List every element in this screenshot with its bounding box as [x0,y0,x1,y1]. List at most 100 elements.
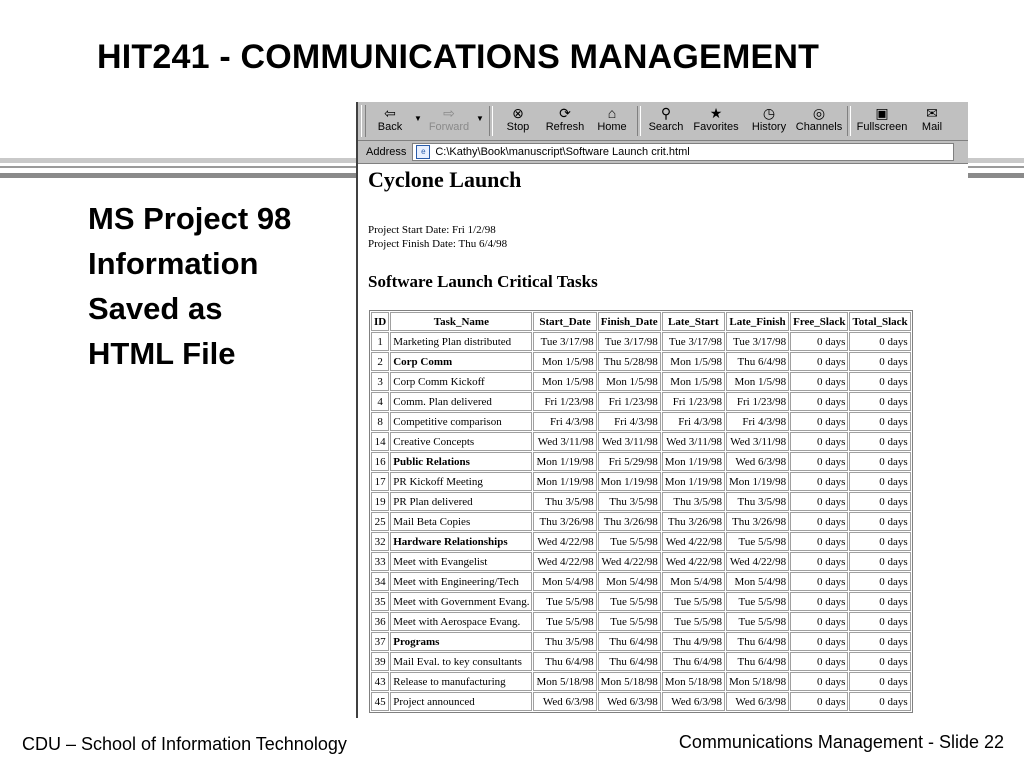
free-slack-cell: 0 days [790,652,849,671]
stop-icon: ⊗ [512,105,524,121]
start-date-cell: Thu 3/5/98 [533,632,597,651]
late-start-cell: Fri 4/3/98 [661,412,725,431]
chevron-down-icon[interactable]: ▼ [474,114,486,123]
free-slack-cell: 0 days [790,612,849,631]
task-id-cell: 35 [371,592,390,611]
column-header: Free_Slack [790,312,849,331]
task-name-cell: Hardware Relationships [390,532,533,551]
column-header: Late_Start [661,312,725,331]
start-date-cell: Mon 5/18/98 [533,672,597,691]
finish-date-cell: Thu 3/5/98 [597,492,661,511]
table-row: 39 Mail Eval. to key consultants Thu 6/4/9… [371,652,911,671]
late-finish-cell: Tue 3/17/98 [725,332,790,351]
finish-date-cell: Fri 5/29/98 [597,452,661,471]
total-slack-cell: 0 days [849,372,911,391]
table-row: 34 Meet with Engineering/Tech Mon 5/4/98 Mo… [371,572,911,591]
start-date-cell: Wed 4/22/98 [533,552,597,571]
free-slack-cell: 0 days [790,672,849,691]
table-row: 45 Project announced Wed 6/3/98 Wed 6/3/98 W… [371,692,911,711]
channels-button[interactable]: ◎ Channels [794,102,844,139]
total-slack-cell: 0 days [849,492,911,511]
late-start-cell: Thu 6/4/98 [661,652,725,671]
start-date-cell: Tue 5/5/98 [533,592,597,611]
address-value[interactable]: C:\Kathy\Book\manuscript\Software Launch… [435,146,689,158]
table-row: 16 Public Relations Mon 1/19/98 Fri 5/29/98… [371,452,911,471]
project-start-date: Project Start Date: Fri 1/2/98 [368,224,496,236]
task-name-cell: Corp Comm [390,352,533,371]
late-finish-cell: Tue 5/5/98 [725,532,790,551]
late-start-cell: Wed 6/3/98 [661,692,725,711]
finish-date-cell: Fri 1/23/98 [597,392,661,411]
toolbar-button-label: Home [597,121,627,133]
toolbar-button-label: Search [648,121,684,133]
start-date-cell: Thu 6/4/98 [533,652,597,671]
column-header: Finish_Date [597,312,661,331]
toolbar-button-label: Fullscreen [856,121,908,133]
favorites-icon: ★ [709,105,723,121]
total-slack-cell: 0 days [849,652,911,671]
slide-title: HIT241 - COMMUNICATIONS MANAGEMENT [97,38,820,76]
free-slack-cell: 0 days [790,332,849,351]
history-button[interactable]: ◷ History [744,102,794,139]
web-page-content: Cyclone Launch Project Start Date: Fri 1… [358,165,968,718]
total-slack-cell: 0 days [849,452,911,471]
forward-button[interactable]: ⇨ Forward [424,102,474,139]
column-header: Start_Date [533,312,597,331]
back-arrow-icon: ⇦ [384,105,396,121]
late-finish-cell: Wed 3/11/98 [725,432,790,451]
task-name-cell: Meet with Evangelist [390,552,533,571]
critical-tasks-table: ID Task_Name Start_Date Finish_Date Late… [369,310,913,713]
late-finish-cell: Tue 5/5/98 [725,592,790,611]
page-icon: e [416,145,431,159]
finish-date-cell: Mon 5/4/98 [597,572,661,591]
task-id-cell: 16 [371,452,390,471]
column-header: ID [371,312,390,331]
task-name-cell: PR Kickoff Meeting [390,472,533,491]
caption-line: Information [88,246,259,281]
start-date-cell: Mon 5/4/98 [533,572,597,591]
fullscreen-button[interactable]: ▣ Fullscreen [854,102,910,139]
footer-slide-number: Communications Management - Slide 22 [678,732,1004,752]
back-button[interactable]: ⇦ Back [368,102,412,139]
total-slack-cell: 0 days [849,572,911,591]
page-subheading: Software Launch Critical Tasks [368,272,598,291]
home-button[interactable]: ⌂ Home [590,102,634,139]
toolbar-grip[interactable] [361,105,366,137]
task-id-cell: 19 [371,492,390,511]
late-finish-cell: Wed 4/22/98 [725,552,790,571]
late-finish-cell: Mon 5/4/98 [725,572,790,591]
stop-button[interactable]: ⊗ Stop [496,102,540,139]
late-finish-cell: Mon 1/19/98 [725,472,790,491]
task-name-cell: Mail Eval. to key consultants [390,652,533,671]
toolbar-button-label: Favorites [693,121,739,133]
toolbar-button-label: Forward [428,121,470,133]
search-button[interactable]: ⚲ Search [644,102,688,139]
free-slack-cell: 0 days [790,552,849,571]
task-id-cell: 25 [371,512,390,531]
mail-icon: ✉ [926,105,938,121]
address-field[interactable]: e C:\Kathy\Book\manuscript\Software Laun… [412,143,955,161]
refresh-button[interactable]: ⟳ Refresh [540,102,590,139]
late-start-cell: Thu 3/26/98 [661,512,725,531]
table-row: 1 Marketing Plan distributed Tue 3/17/98 Tu… [371,332,911,351]
late-start-cell: Mon 1/5/98 [661,372,725,391]
task-id-cell: 34 [371,572,390,591]
favorites-button[interactable]: ★ Favorites [688,102,744,139]
finish-date-cell: Wed 4/22/98 [597,552,661,571]
table-row: 17 PR Kickoff Meeting Mon 1/19/98 Mon 1/19/… [371,472,911,491]
address-bar: Address e C:\Kathy\Book\manuscript\Softw… [358,141,968,164]
chevron-down-icon[interactable]: ▼ [412,114,424,123]
late-start-cell: Tue 3/17/98 [661,332,725,351]
table-row: 14 Creative Concepts Wed 3/11/98 Wed 3/11/9… [371,432,911,451]
mail-button[interactable]: ✉ Mail [910,102,954,139]
start-date-cell: Fri 1/23/98 [533,392,597,411]
address-label: Address [366,146,407,158]
late-finish-cell: Thu 3/5/98 [725,492,790,511]
task-id-cell: 17 [371,472,390,491]
table-row: 37 Programs Thu 3/5/98 Thu 6/4/98 Thu 4/9/98… [371,632,911,651]
late-start-cell: Wed 3/11/98 [661,432,725,451]
table-row: 33 Meet with Evangelist Wed 4/22/98 Wed 4/2… [371,552,911,571]
table-row: 3 Corp Comm Kickoff Mon 1/5/98 Mon 1/5/98 Mo… [371,372,911,391]
finish-date-cell: Fri 4/3/98 [597,412,661,431]
task-id-cell: 36 [371,612,390,631]
